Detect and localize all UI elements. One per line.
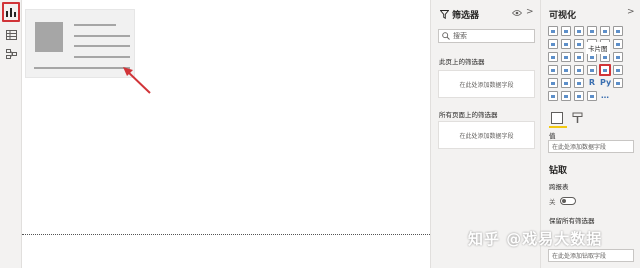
drill-dropzone[interactable]: 在此处添加钻取字段 [548, 249, 634, 262]
active-tab-underline [549, 126, 567, 128]
pane-tabs [551, 112, 584, 124]
filters-search-input[interactable]: 搜索 [438, 29, 535, 43]
drill-through-title: 钻取 [549, 166, 568, 176]
placeholder-line [74, 24, 116, 26]
clustered-bar-chart-icon[interactable] [574, 26, 584, 36]
collapse-visualizations-icon[interactable]: > [627, 7, 635, 17]
search-icon [442, 32, 450, 40]
fields-tab-icon[interactable] [551, 112, 563, 124]
multi-row-card-icon[interactable] [587, 65, 597, 75]
visualizations-title: 可视化 [549, 11, 577, 21]
r-script-icon[interactable]: R [587, 78, 597, 88]
placeholder-line [74, 45, 130, 47]
pie-chart-icon[interactable] [574, 52, 584, 62]
map-icon[interactable] [613, 52, 623, 62]
image-placeholder [35, 22, 63, 52]
watermark: 知乎 @戏易大数据 [468, 230, 603, 248]
card-icon[interactable] [599, 64, 611, 76]
ribbon-chart-icon[interactable] [613, 39, 623, 49]
placeholder-line [74, 35, 130, 37]
smart-narrative-icon[interactable] [574, 91, 584, 101]
model-icon [5, 49, 17, 59]
python-visual-icon[interactable]: Py [600, 78, 611, 88]
clustered-column-chart-icon[interactable] [587, 26, 597, 36]
scatter-chart-icon[interactable] [561, 52, 571, 62]
all-pages-filters-label: 所有页面上的筛选器 [439, 111, 498, 119]
stacked-column-chart-icon[interactable] [561, 26, 571, 36]
key-influencers-icon[interactable] [613, 78, 623, 88]
cross-report-toggle-row: 关 [549, 196, 576, 206]
waterfall-chart-icon[interactable] [548, 52, 558, 62]
filter-icon [440, 10, 449, 19]
page-filters-dropzone[interactable]: 在此处添加数据字段 [438, 70, 535, 98]
card-visual-placeholder[interactable] [25, 9, 135, 78]
decomposition-tree-icon[interactable] [548, 91, 558, 101]
toggle-state-label: 关 [549, 198, 556, 206]
model-view-button[interactable] [3, 46, 19, 62]
app-window: 筛选器 > 搜索 此页上的筛选器 在此处添加数据字段 所有页面上的筛选器 在此处… [0, 0, 640, 268]
page-break-line [22, 234, 430, 235]
value-well-label: 值 [549, 132, 556, 140]
filters-title: 筛选器 [452, 11, 480, 21]
cross-report-toggle[interactable] [559, 197, 576, 205]
qa-icon[interactable] [561, 91, 571, 101]
funnel-icon[interactable] [561, 65, 571, 75]
value-dropzone[interactable]: 在此处添加数据字段 [548, 140, 634, 153]
visual-type-gallery: R Py … [548, 26, 636, 104]
stacked-bar-chart-icon[interactable] [548, 26, 558, 36]
stacked-area-chart-icon[interactable] [574, 39, 584, 49]
matrix-icon[interactable] [574, 78, 584, 88]
annotation-arrow [123, 67, 151, 94]
search-placeholder: 搜索 [453, 32, 467, 40]
report-view-button[interactable] [2, 2, 20, 22]
paginated-report-icon[interactable] [587, 91, 597, 101]
100-percent-column-chart-icon[interactable] [613, 26, 623, 36]
table-icon [5, 30, 17, 40]
area-chart-icon[interactable] [561, 39, 571, 49]
data-view-button[interactable] [3, 27, 19, 43]
filled-map-icon[interactable] [548, 65, 558, 75]
collapse-filters-icon[interactable]: > [526, 7, 534, 17]
line-chart-icon[interactable] [548, 39, 558, 49]
slicer-icon[interactable] [548, 78, 558, 88]
keep-filters-label: 保留所有筛选器 [549, 217, 595, 225]
100-percent-bar-chart-icon[interactable] [600, 26, 610, 36]
cross-report-label: 跨报表 [549, 183, 569, 191]
all-pages-filters-dropzone[interactable]: 在此处添加数据字段 [438, 121, 535, 149]
format-paint-roller-icon[interactable] [572, 112, 584, 124]
report-canvas[interactable] [22, 0, 430, 268]
placeholder-line [74, 56, 130, 58]
gauge-icon[interactable] [574, 65, 584, 75]
eye-icon[interactable] [512, 9, 522, 17]
page-filters-label: 此页上的筛选器 [439, 58, 485, 66]
filters-header: 筛选器 [440, 8, 479, 21]
card-tooltip: 卡片图 [586, 42, 610, 54]
view-switcher [0, 0, 22, 268]
placeholder-line [34, 67, 130, 69]
more-visuals-icon[interactable]: … [600, 91, 610, 101]
bar-chart-icon [6, 8, 16, 17]
kpi-icon[interactable] [613, 65, 623, 75]
table-visual-icon[interactable] [561, 78, 571, 88]
